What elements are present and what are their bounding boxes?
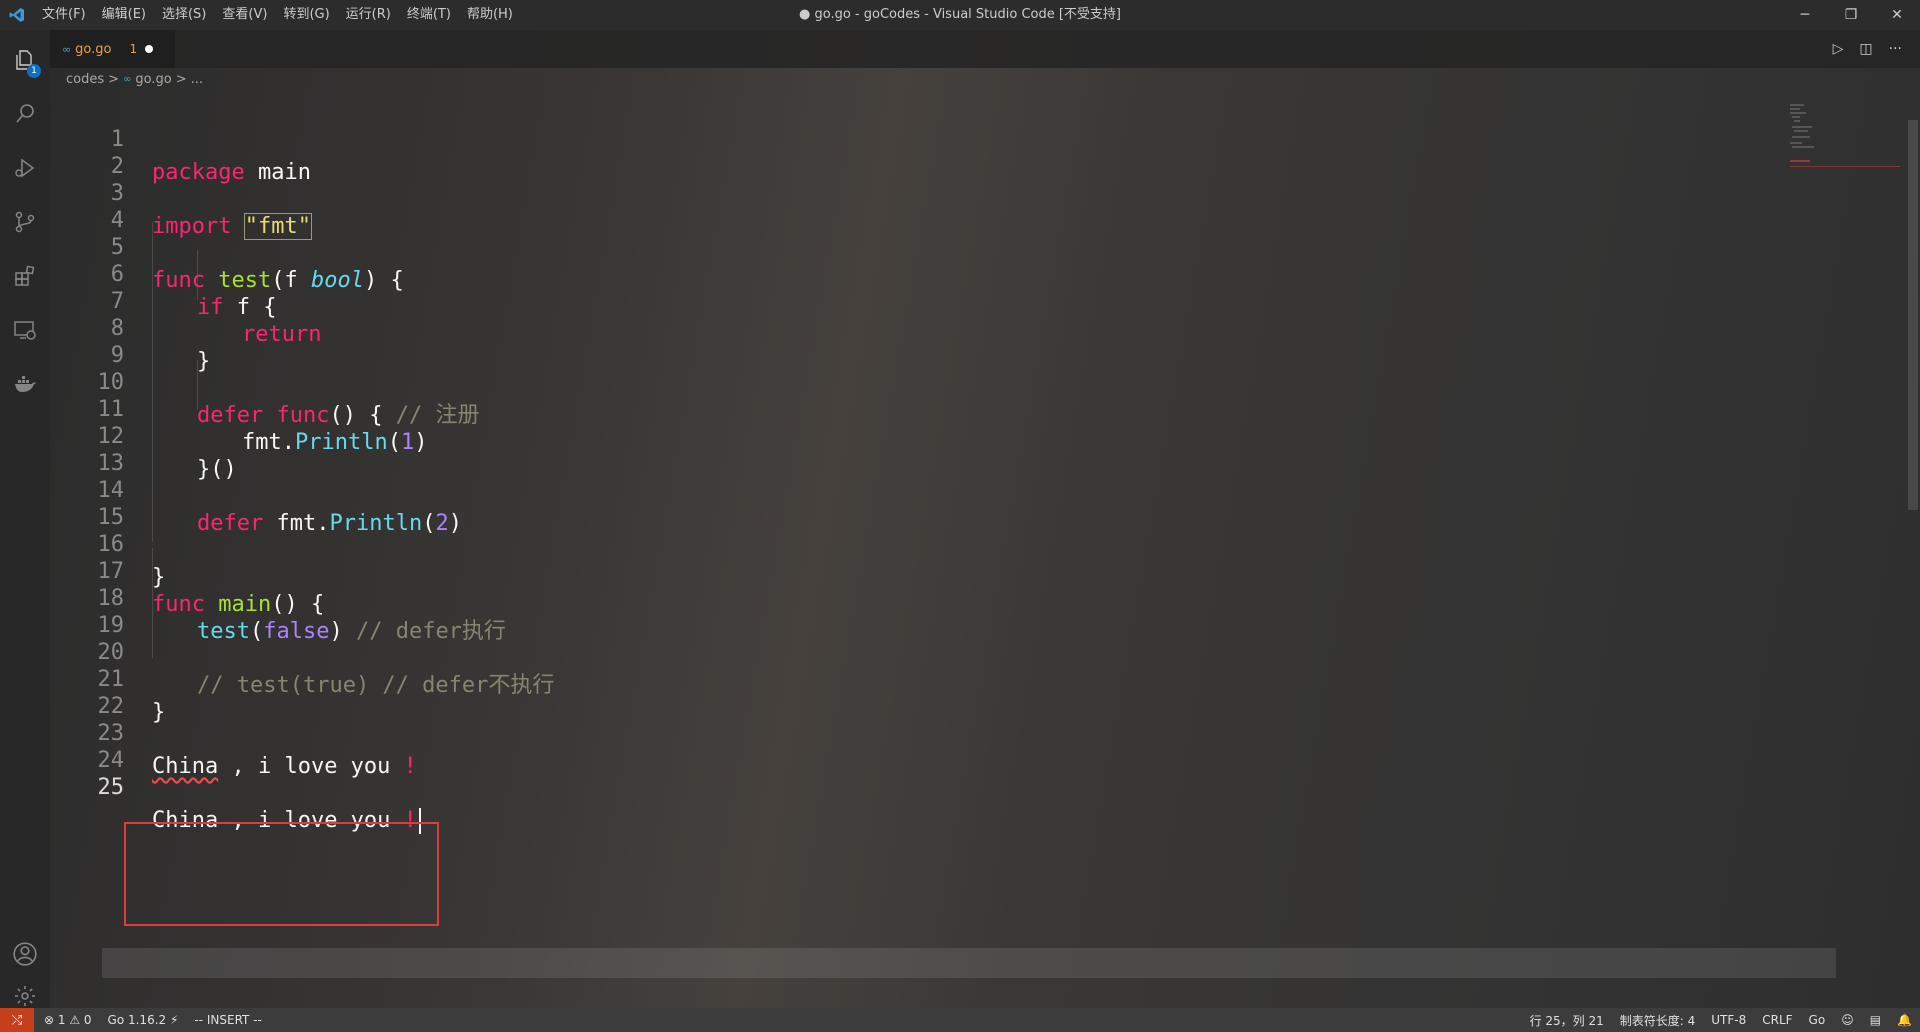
go-version-indicator[interactable]: Go 1.16.2 ⚡ [108,1013,179,1027]
breadcrumb-symbols[interactable]: ... [191,72,203,87]
explorer-button[interactable]: 1 [0,36,50,84]
language-mode[interactable]: Go [1809,1013,1826,1027]
feedback-icon[interactable]: ☺ [1841,1013,1854,1027]
vertical-scrollbar[interactable] [1906,90,1920,1008]
menu-go[interactable]: 转到(G) [275,0,337,30]
extensions-icon [15,265,35,286]
account-icon [13,942,37,966]
manage-button[interactable] [0,984,50,1008]
settings-gear-icon [15,986,35,1006]
breadcrumb-separator: > [175,71,187,87]
unsaved-dot-icon[interactable] [145,45,154,53]
tab-bar: ∞ go.go 1 ▷ ◫ ··· [50,30,1920,68]
run-debug-button[interactable] [0,144,50,192]
search-icon [16,104,34,123]
current-line-highlight [102,948,1836,978]
remote-indicator[interactable]: ⤭ [0,1008,34,1032]
menu-view[interactable]: 查看(V) [214,0,275,30]
eol-indicator[interactable]: CRLF [1762,1013,1792,1027]
tab-label: go.go [75,41,112,57]
remote-explorer-icon [14,321,36,340]
extensions-button[interactable] [0,252,50,300]
annotation-highlight-box [124,822,439,926]
menu-terminal[interactable]: 终端(T) [399,0,459,30]
source-control-icon [15,211,35,233]
docker-icon [15,376,36,392]
run-code-icon[interactable]: ▷ [1833,41,1844,57]
editor-area: ∞ go.go 1 ▷ ◫ ··· codes > ∞ go.go > ... … [50,30,1920,1008]
breadcrumb: codes > ∞ go.go > ... [66,68,203,90]
problems-indicator[interactable]: ⊗ 1 ⚠ 0 [44,1013,92,1027]
accounts-button[interactable] [0,930,50,978]
scrollbar-thumb[interactable] [1908,120,1918,510]
window-controls: ─ ❐ ✕ [1782,0,1920,30]
menu-selection[interactable]: 选择(S) [154,0,214,30]
status-bar: ⤭ ⊗ 1 ⚠ 0 Go 1.16.2 ⚡ -- INSERT -- 行 25，… [0,1008,1920,1032]
menu-bar: 文件(F) 编辑(E) 选择(S) 查看(V) 转到(G) 运行(R) 终端(T… [34,0,521,30]
go-file-icon: ∞ [62,42,72,56]
code-line: 25 China , i love you ! [50,738,1790,834]
more-actions-icon[interactable]: ··· [1889,41,1902,57]
activity-bar: 1 [0,30,50,1008]
go-file-icon: ∞ [123,73,132,85]
split-editor-icon[interactable]: ◫ [1859,41,1872,57]
menu-help[interactable]: 帮助(H) [459,0,521,30]
close-button[interactable]: ✕ [1874,0,1920,30]
tab-go-go[interactable]: ∞ go.go 1 [50,30,175,68]
remote-icon: ⤭ [11,1012,23,1028]
restore-button[interactable]: ❐ [1828,0,1874,30]
menu-file[interactable]: 文件(F) [34,0,94,30]
breadcrumb-file[interactable]: go.go [135,72,171,87]
title-bar: 文件(F) 编辑(E) 选择(S) 查看(V) 转到(G) 运行(R) 终端(T… [0,0,1920,30]
docker-button[interactable] [0,360,50,408]
breadcrumb-folder[interactable]: codes [66,72,104,87]
search-button[interactable] [0,90,50,138]
line-number: 25 [97,775,125,800]
cursor-position[interactable]: 行 25，列 21 [1530,1012,1604,1029]
encoding-indicator[interactable]: UTF-8 [1711,1013,1746,1027]
minimap[interactable] [1790,90,1900,180]
notifications-bell-icon[interactable]: 🔔 [1897,1013,1912,1027]
minimize-button[interactable]: ─ [1782,0,1828,30]
code-editor[interactable]: 1 package main 2 3 import "fmt" 4 5 func… [50,90,1920,978]
vscode-logo-icon [0,0,34,30]
breadcrumb-separator: > [108,71,120,87]
menu-run[interactable]: 运行(R) [338,0,399,30]
vim-mode-indicator: -- INSERT -- [194,1013,262,1027]
explorer-badge: 1 [27,64,41,78]
tab-problem-count: 1 [129,42,138,56]
menu-edit[interactable]: 编辑(E) [94,0,154,30]
tab-size-indicator[interactable]: 制表符长度: 4 [1620,1012,1696,1029]
source-control-button[interactable] [0,198,50,246]
editor-actions: ▷ ◫ ··· [1833,30,1902,68]
document-icon[interactable]: ▤ [1870,1013,1881,1027]
run-debug-icon [15,158,35,178]
remote-explorer-button[interactable] [0,306,50,354]
